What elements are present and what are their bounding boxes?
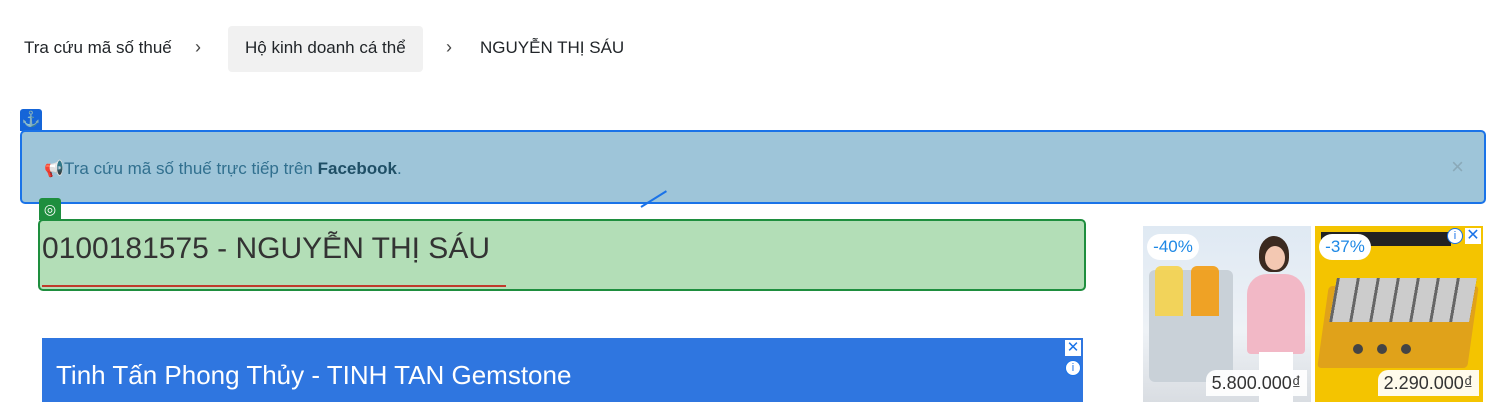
title-underline xyxy=(42,285,506,287)
chevron-right-icon: › xyxy=(446,37,452,57)
anchor-icon: ⚓ xyxy=(20,109,42,131)
discount-badge: -40% xyxy=(1147,234,1199,260)
price-tag: 2.290.000₫ xyxy=(1377,370,1479,396)
breadcrumb-item-tax-lookup[interactable]: Tra cứu mã số thuế xyxy=(24,38,172,58)
breadcrumb-item-label: Hộ kinh doanh cá thể xyxy=(245,38,406,57)
close-icon[interactable]: ✕ xyxy=(1465,228,1481,244)
product-ad-drink-dispenser[interactable]: -40% 5.800.000₫ xyxy=(1143,226,1311,402)
grill-rack xyxy=(1329,278,1477,322)
alert-message: 📢Tra cứu mã số thuế trực tiếp trên Faceb… xyxy=(44,159,402,179)
grill-knob xyxy=(1353,344,1363,354)
product-ad-grill[interactable]: -37% 2.290.000₫ i ✕ xyxy=(1315,226,1483,402)
adchoices-info-icon[interactable]: i xyxy=(1447,228,1463,244)
breadcrumb-item-current: NGUYỄN THỊ SÁU xyxy=(480,38,625,57)
close-icon[interactable]: × xyxy=(1451,154,1464,180)
megaphone-icon: 📢 xyxy=(44,161,64,178)
facebook-link[interactable]: Facebook xyxy=(318,159,397,178)
info-icon[interactable]: i xyxy=(1065,360,1081,376)
alert-text-suffix: . xyxy=(396,159,402,178)
close-icon[interactable]: ✕ xyxy=(1065,340,1081,356)
price-tag: 5.800.000₫ xyxy=(1205,370,1307,396)
page-title: 0100181575 - NGUYỄN THỊ SÁU xyxy=(42,232,490,265)
dispenser-tank xyxy=(1191,266,1219,316)
title-highlight: 0100181575 - NGUYỄN THỊ SÁU xyxy=(38,219,1086,291)
ad-banner-text[interactable]: Tinh Tấn Phong Thủy - TINH TAN Gemstone xyxy=(56,360,571,391)
alert-text-prefix: Tra cứu mã số thuế trực tiếp trên xyxy=(64,159,318,178)
breadcrumb-item-household-business[interactable]: Hộ kinh doanh cá thể xyxy=(228,26,423,72)
facebook-alert: 📢Tra cứu mã số thuế trực tiếp trên Faceb… xyxy=(20,130,1486,204)
chevron-right-icon: › xyxy=(195,37,201,57)
grill-knob xyxy=(1401,344,1411,354)
model-face xyxy=(1265,246,1285,270)
target-icon: ◎ xyxy=(39,198,61,220)
grill-knob xyxy=(1377,344,1387,354)
model-body xyxy=(1247,274,1305,354)
discount-badge: -37% xyxy=(1319,234,1371,260)
ad-banner[interactable]: Tinh Tấn Phong Thủy - TINH TAN Gemstone … xyxy=(42,338,1083,402)
dispenser-tank xyxy=(1155,266,1183,316)
